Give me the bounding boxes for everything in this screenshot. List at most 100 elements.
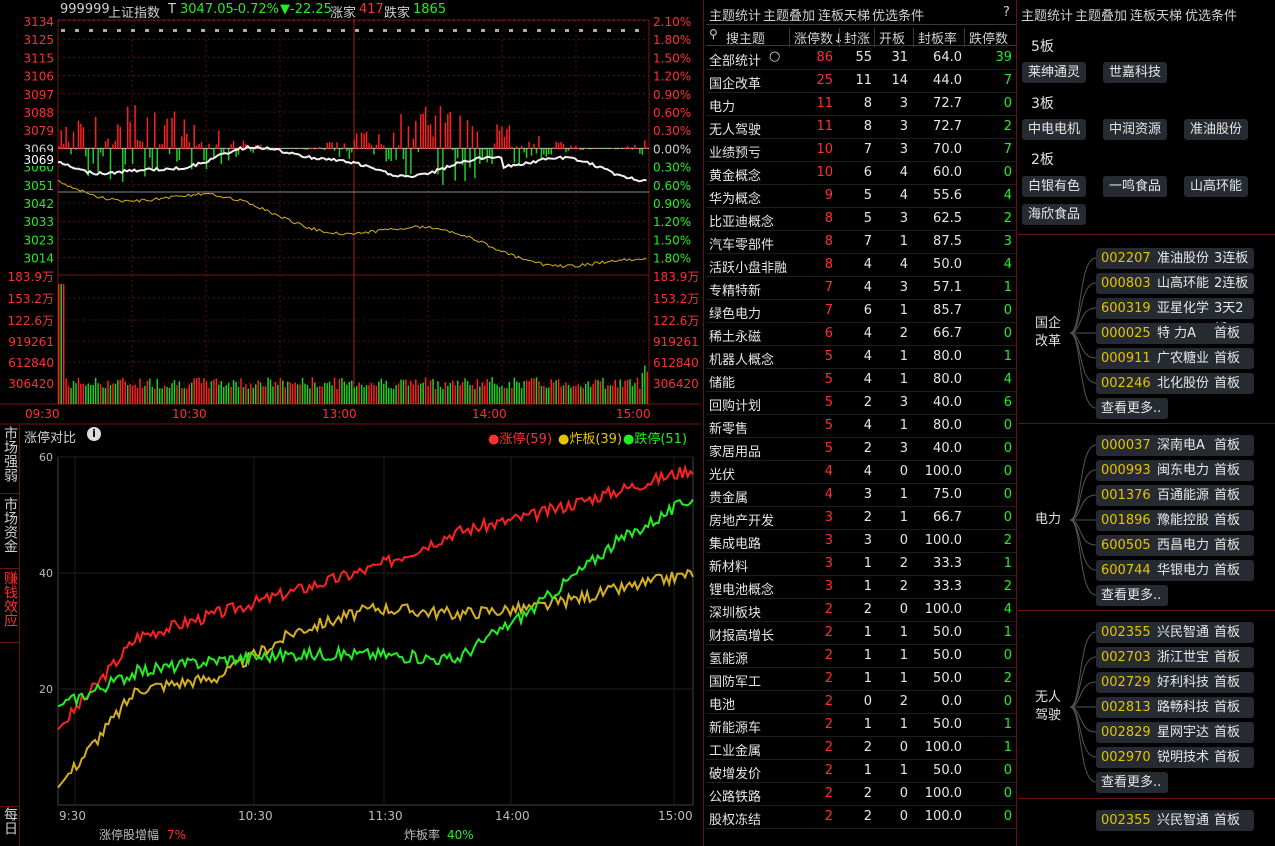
table-row[interactable]: 业绩预亏 10 7 3 70.0 7 bbox=[706, 139, 1018, 162]
theme-stock-item[interactable]: 002246 北化股份 首板 bbox=[1096, 373, 1254, 394]
theme-stock-item[interactable]: 002970 锐明技术 首板 bbox=[1096, 747, 1254, 768]
tab-ladder[interactable]: 连板天梯 bbox=[818, 5, 870, 24]
refresh-icon[interactable]: ○ bbox=[769, 49, 780, 64]
help-button[interactable]: ? bbox=[1003, 5, 1010, 20]
volume-bar bbox=[117, 380, 119, 404]
theme-stock-item[interactable]: 002829 星网宇达 首板 bbox=[1096, 722, 1254, 743]
ladder-stock[interactable]: 中润资源 bbox=[1103, 119, 1168, 140]
table-row[interactable]: 活跃小盘非融 8 4 4 50.0 4 bbox=[706, 254, 1018, 277]
table-row[interactable]: 汽车零部件 8 7 1 87.5 3 bbox=[706, 231, 1018, 254]
tab-profit-effect[interactable]: 赚钱效应 bbox=[0, 571, 19, 643]
ladder-stock[interactable]: 山高环能 bbox=[1184, 176, 1249, 197]
col-seal-rate[interactable]: 封板率 bbox=[913, 28, 957, 47]
theme-stock-item[interactable]: 002207 准油股份 3连板 bbox=[1096, 248, 1254, 269]
col-limit-down[interactable]: 跌停数 bbox=[964, 28, 1008, 47]
group-name[interactable]: 国企 改革 bbox=[1035, 315, 1061, 351]
breadth-bar bbox=[343, 143, 346, 149]
theme-stock-item[interactable]: 002729 好利科技 首板 bbox=[1096, 672, 1254, 693]
compare-chart[interactable]: 60 40 20 9:30 10:30 11:30 14:00 15:00 涨停股增幅 7% 炸板率… bbox=[21, 445, 700, 846]
table-row[interactable]: 电力 11 8 3 72.7 0 bbox=[706, 93, 1018, 116]
tab-theme-overlay[interactable]: 主题叠加 bbox=[763, 5, 815, 24]
info-icon[interactable]: i bbox=[87, 427, 101, 441]
right-tab-ladder[interactable]: 连板天梯 bbox=[1130, 5, 1182, 24]
theme-stock-item[interactable]: 000025 特 力A 首板 bbox=[1096, 323, 1254, 344]
table-row[interactable]: 国防军工 2 1 1 50.0 2 bbox=[706, 668, 1018, 691]
table-row[interactable]: 贵金属 4 3 1 75.0 0 bbox=[706, 484, 1018, 507]
col-limit-up[interactable]: 涨停数↓ bbox=[789, 28, 844, 47]
tab-filter[interactable]: 优选条件 bbox=[872, 5, 924, 24]
table-row[interactable]: 黄金概念 10 6 4 60.0 0 bbox=[706, 162, 1018, 185]
ladder-stock[interactable]: 准油股份 bbox=[1184, 119, 1249, 140]
table-row[interactable]: 回购计划 5 2 3 40.0 6 bbox=[706, 392, 1018, 415]
table-row[interactable]: 光伏 4 4 0 100.0 0 bbox=[706, 461, 1018, 484]
theme-stock-item[interactable]: 000037 深南电A 首板 bbox=[1096, 435, 1254, 456]
table-row[interactable]: 财报高增长 2 1 1 50.0 1 bbox=[706, 622, 1018, 645]
ladder-stock[interactable]: 莱绅通灵 bbox=[1022, 62, 1087, 83]
theme-stock-item[interactable]: 001896 豫能控股 首板 bbox=[1096, 510, 1254, 531]
ladder-stock[interactable]: 一鸣食品 bbox=[1103, 176, 1168, 197]
table-row[interactable]: 国企改革 25 11 14 44.0 7 bbox=[706, 70, 1018, 93]
table-row[interactable]: 电池 2 0 2 0.0 0 bbox=[706, 691, 1018, 714]
table-row[interactable]: 华为概念 9 5 4 55.6 4 bbox=[706, 185, 1018, 208]
table-row[interactable]: 储能 5 4 1 80.0 4 bbox=[706, 369, 1018, 392]
table-row[interactable]: 无人驾驶 11 8 3 72.7 2 bbox=[706, 116, 1018, 139]
table-row[interactable]: 锂电池概念 3 1 2 33.3 2 bbox=[706, 576, 1018, 599]
table-row[interactable]: 新零售 5 4 1 80.0 0 bbox=[706, 415, 1018, 438]
intraday-chart[interactable]: 3134 2.10% 3125 1.80% 3115 1.50% 3106 1.20% 3097… bbox=[0, 0, 700, 425]
right-tab-filter[interactable]: 优选条件 bbox=[1185, 5, 1237, 24]
group-name[interactable]: 电力 bbox=[1035, 511, 1061, 529]
table-row[interactable]: 破增发价 2 1 1 50.0 0 bbox=[706, 760, 1018, 783]
search-theme-input[interactable]: 搜主题 bbox=[726, 28, 765, 47]
table-row[interactable]: 稀土永磁 6 4 2 66.7 0 bbox=[706, 323, 1018, 346]
theme-stock-item[interactable]: 000911 广农糖业 首板 bbox=[1096, 348, 1254, 369]
search-icon[interactable]: ⚲ bbox=[709, 27, 718, 41]
theme-stock-item[interactable]: 002703 浙江世宝 首板 bbox=[1096, 647, 1254, 668]
table-row[interactable]: 新能源车 2 1 1 50.0 1 bbox=[706, 714, 1018, 737]
theme-stock-item[interactable]: 002355 兴民智通 首板 bbox=[1096, 622, 1254, 643]
stock-code: 002355 bbox=[1101, 813, 1151, 828]
theme-stock-item[interactable]: 600744 华银电力 首板 bbox=[1096, 560, 1254, 581]
breadth-bar bbox=[417, 148, 420, 152]
table-row[interactable]: 股权冻结 2 2 0 100.0 0 bbox=[706, 806, 1018, 829]
theme-name: 财报高增长 bbox=[709, 629, 775, 644]
table-row[interactable]: 机器人概念 5 4 1 80.0 1 bbox=[706, 346, 1018, 369]
show-more-button[interactable]: 查看更多.. bbox=[1096, 398, 1168, 419]
ladder-stock[interactable]: 世嘉科技 bbox=[1103, 62, 1168, 83]
show-more-button[interactable]: 查看更多.. bbox=[1096, 772, 1168, 793]
table-row[interactable]: 氢能源 2 1 1 50.0 0 bbox=[706, 645, 1018, 668]
table-row[interactable]: 深圳板块 2 2 0 100.0 4 bbox=[706, 599, 1018, 622]
theme-stock-item[interactable]: 000803 山高环能 2连板 bbox=[1096, 273, 1254, 294]
theme-stock-item[interactable]: 002355 兴民智通 首板 bbox=[1096, 810, 1254, 831]
theme-stock-item[interactable]: 000993 闽东电力 首板 bbox=[1096, 460, 1254, 481]
theme-stock-item[interactable]: 600505 西昌电力 首板 bbox=[1096, 535, 1254, 556]
tab-market-strength[interactable]: 市场强弱 bbox=[0, 426, 19, 494]
table-row[interactable]: 全部统计 86 55 31 64.0 39 ○ bbox=[706, 47, 1018, 70]
theme-stock-item[interactable]: 600319亚星化学3天2板 bbox=[1096, 298, 1254, 337]
table-row[interactable]: 比亚迪概念 8 5 3 62.5 2 bbox=[706, 208, 1018, 231]
tab-theme-stats[interactable]: 主题统计 bbox=[709, 5, 761, 24]
col-opened[interactable]: 开板 bbox=[874, 28, 905, 47]
right-tab-theme-stats[interactable]: 主题统计 bbox=[1021, 5, 1073, 24]
col-sealed[interactable]: 封涨 bbox=[839, 28, 870, 47]
ladder-stock[interactable]: 海欣食品 bbox=[1022, 204, 1087, 225]
tab-market-funds[interactable]: 市场资金 bbox=[0, 497, 19, 569]
right-tab-theme-overlay[interactable]: 主题叠加 bbox=[1075, 5, 1127, 24]
table-row[interactable]: 绿色电力 7 6 1 85.7 0 bbox=[706, 300, 1018, 323]
ladder-stock[interactable]: 中电电机 bbox=[1022, 119, 1087, 140]
table-row[interactable]: 新材料 3 1 2 33.3 1 bbox=[706, 553, 1018, 576]
show-more-button[interactable]: 查看更多.. bbox=[1096, 585, 1168, 606]
group-name[interactable]: 无人 驾驶 bbox=[1035, 689, 1061, 725]
table-row[interactable]: 集成电路 3 3 0 100.0 2 bbox=[706, 530, 1018, 553]
table-row[interactable]: 专精特新 7 4 3 57.1 1 bbox=[706, 277, 1018, 300]
theme-stock-item[interactable]: 001376 百通能源 首板 bbox=[1096, 485, 1254, 506]
tab-daily[interactable]: 每日 bbox=[0, 806, 19, 846]
table-row[interactable]: 公路铁路 2 2 0 100.0 0 bbox=[706, 783, 1018, 806]
table-row[interactable]: 房地产开发 3 2 1 66.7 0 bbox=[706, 507, 1018, 530]
table-row[interactable]: 工业金属 2 2 0 100.0 1 bbox=[706, 737, 1018, 760]
volume-bar bbox=[82, 383, 85, 404]
opened-count: 3 bbox=[899, 280, 908, 295]
seal-rate: 100.0 bbox=[924, 786, 962, 801]
table-row[interactable]: 家居用品 5 2 3 40.0 0 bbox=[706, 438, 1018, 461]
theme-stock-item[interactable]: 002813 路畅科技 首板 bbox=[1096, 697, 1254, 718]
ladder-stock[interactable]: 白银有色 bbox=[1022, 176, 1087, 197]
